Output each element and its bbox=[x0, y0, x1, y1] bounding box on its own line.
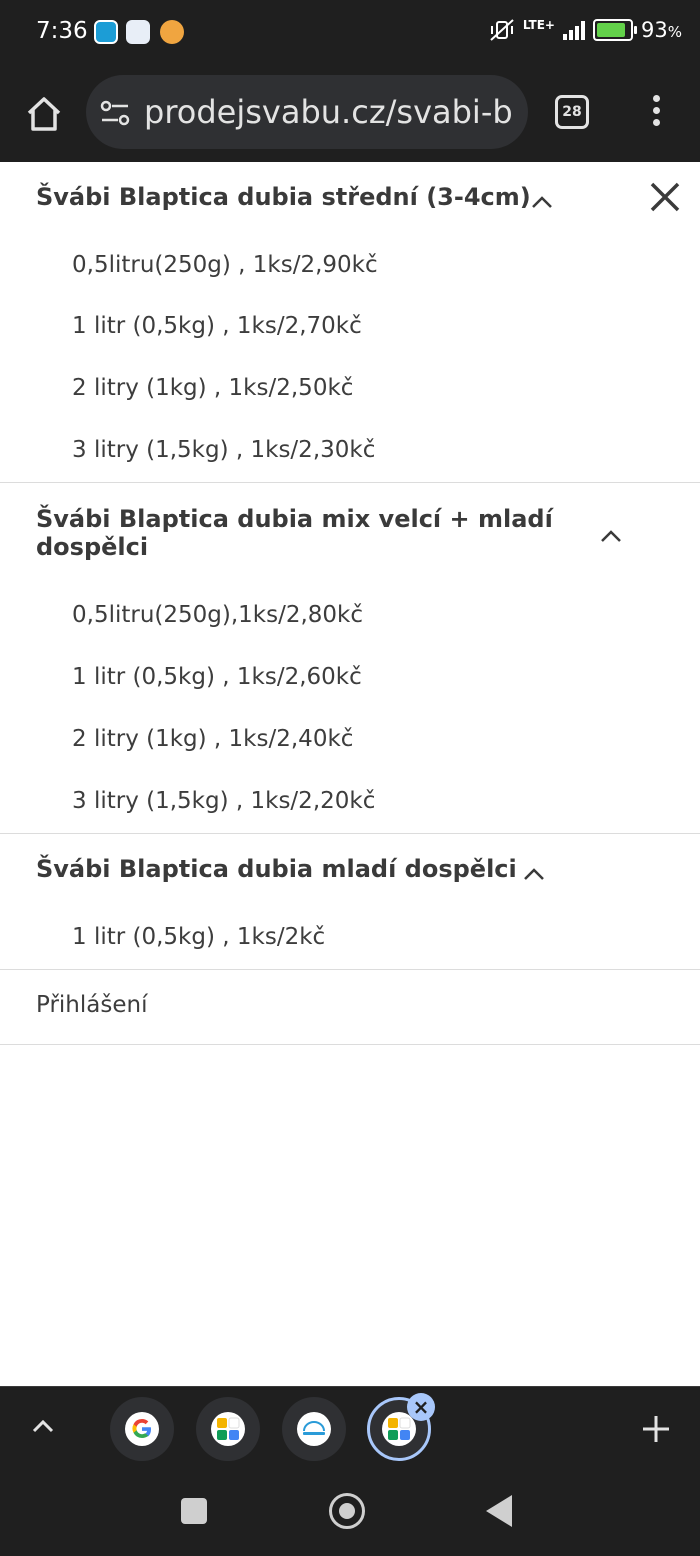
google-icon bbox=[132, 1419, 151, 1438]
tab-store[interactable] bbox=[282, 1397, 346, 1461]
multicolor-app-icon bbox=[217, 1417, 240, 1440]
category-title[interactable]: Švábi Blaptica dubia mix velcí + mladí d… bbox=[36, 505, 553, 561]
recent-apps-icon[interactable] bbox=[181, 1498, 207, 1524]
site-settings-icon[interactable] bbox=[100, 99, 130, 127]
system-nav-bar bbox=[0, 1470, 700, 1556]
login-link[interactable]: Přihlášení bbox=[36, 992, 147, 1018]
category-title-line: dospělci bbox=[36, 533, 149, 561]
address-bar[interactable]: prodejsvabu.cz/svabi-bl bbox=[86, 75, 528, 149]
network-type: LTE+ bbox=[522, 18, 555, 32]
list-item[interactable]: 0,5litru(250g),1ks/2,80kč bbox=[72, 602, 363, 628]
messenger-icon bbox=[94, 20, 118, 44]
category-section: Švábi Blaptica dubia mix velcí + mladí d… bbox=[0, 483, 700, 834]
tab-google[interactable] bbox=[110, 1397, 174, 1461]
category-title[interactable]: Švábi Blaptica dubia mladí dospělci bbox=[36, 855, 517, 883]
tab-app[interactable] bbox=[196, 1397, 260, 1461]
battery-icon bbox=[593, 19, 637, 41]
list-item[interactable]: 3 litry (1,5kg) , 1ks/2,20kč bbox=[72, 788, 375, 814]
category-section: Švábi Blaptica dubia střední (3-4cm) 0,5… bbox=[0, 162, 700, 483]
back-icon[interactable] bbox=[486, 1495, 512, 1527]
url-text[interactable]: prodejsvabu.cz/svabi-bl bbox=[144, 93, 514, 131]
vibrate-off-icon bbox=[490, 19, 514, 41]
list-item[interactable]: 1 litr (0,5kg) , 1ks/2,70kč bbox=[72, 313, 362, 339]
login-section: Přihlášení bbox=[0, 970, 700, 1045]
category-title[interactable]: Švábi Blaptica dubia střední (3-4cm) bbox=[36, 183, 531, 211]
close-tab-icon[interactable]: × bbox=[407, 1393, 435, 1421]
list-item[interactable]: 0,5litru(250g) , 1ks/2,90kč bbox=[72, 252, 378, 278]
list-item[interactable]: 3 litry (1,5kg) , 1ks/2,30kč bbox=[72, 437, 375, 463]
category-section: Švábi Blaptica dubia mladí dospělci 1 li… bbox=[0, 834, 700, 970]
store-logo-icon bbox=[303, 1421, 325, 1435]
page-content: Švábi Blaptica dubia střední (3-4cm) 0,5… bbox=[0, 162, 700, 1386]
home-nav-icon[interactable] bbox=[329, 1493, 365, 1529]
category-title-line: Švábi Blaptica dubia mix velcí + mladí bbox=[36, 505, 553, 533]
list-item[interactable]: 2 litry (1kg) , 1ks/2,50kč bbox=[72, 375, 353, 401]
status-time: 7:36 bbox=[36, 18, 88, 44]
chevron-up-icon[interactable] bbox=[28, 1415, 58, 1439]
signal-icon bbox=[563, 20, 585, 40]
chevron-up-icon[interactable] bbox=[530, 194, 554, 210]
browser-toolbar: prodejsvabu.cz/svabi-bl 28 bbox=[0, 66, 700, 162]
list-item[interactable]: 1 litr (0,5kg) , 1ks/2,60kč bbox=[72, 664, 362, 690]
home-icon[interactable] bbox=[22, 92, 66, 136]
multicolor-app-icon bbox=[388, 1417, 411, 1440]
status-bar: 7:36 LTE+ 93% bbox=[0, 0, 700, 66]
more-menu-icon[interactable] bbox=[646, 95, 666, 133]
tab-switcher-button[interactable]: 28 bbox=[555, 95, 589, 129]
calendar-app-icon bbox=[126, 20, 150, 44]
chevron-up-icon[interactable] bbox=[522, 866, 546, 882]
battery-percent: 93% bbox=[641, 18, 682, 42]
tab-group-bar: × bbox=[0, 1386, 700, 1471]
list-item[interactable]: 2 litry (1kg) , 1ks/2,40kč bbox=[72, 726, 353, 752]
list-item[interactable]: 1 litr (0,5kg) , 1ks/2kč bbox=[72, 924, 325, 950]
chevron-up-icon[interactable] bbox=[599, 528, 623, 544]
new-tab-plus-icon[interactable] bbox=[638, 1411, 674, 1447]
compass-app-icon bbox=[160, 20, 184, 44]
